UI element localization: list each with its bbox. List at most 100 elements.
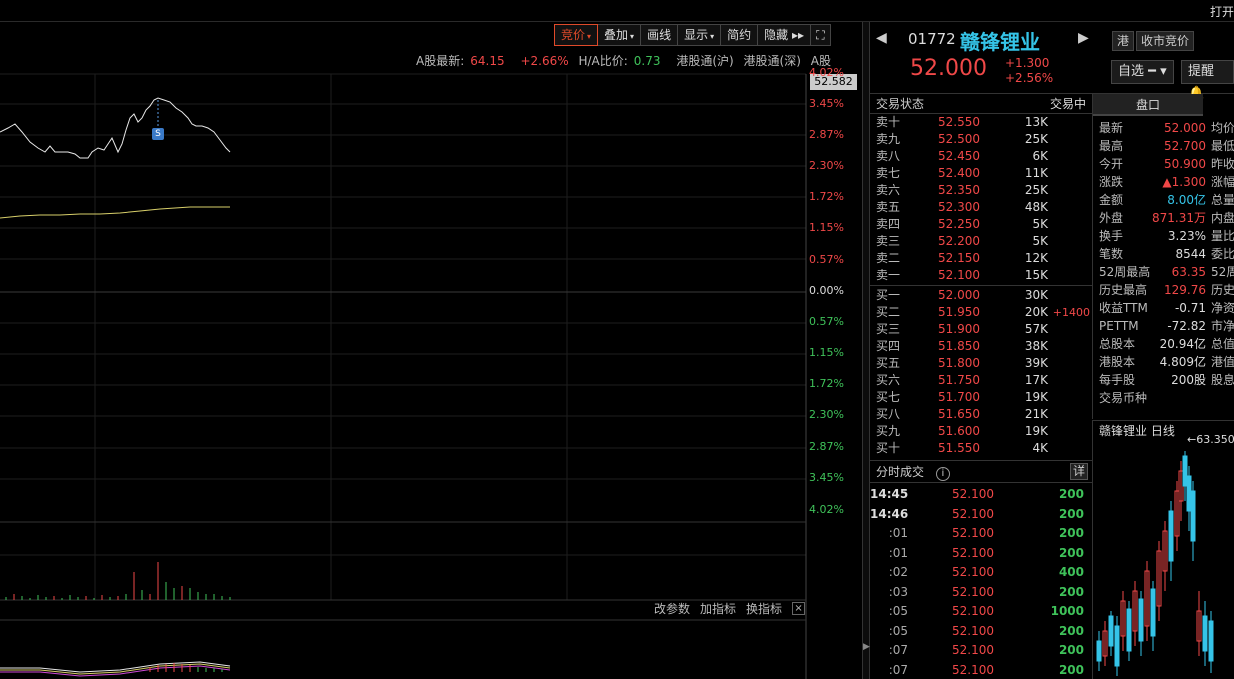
tick-time: 14:45 bbox=[870, 487, 909, 501]
bids-row[interactable]: 买九 51.600 19K bbox=[870, 423, 1092, 440]
panel-splitter[interactable]: ▶ bbox=[862, 22, 870, 679]
daily-chart[interactable]: 赣锋锂业 日线 ←63.350 bbox=[1092, 420, 1234, 679]
tick-time: :03 bbox=[888, 584, 908, 599]
tick-row: :01 52.100 200 bbox=[870, 544, 1092, 564]
candle-body bbox=[1190, 490, 1196, 542]
bids-row[interactable]: 买一 52.000 30K bbox=[870, 287, 1092, 304]
field-label-2: 净资 bbox=[1211, 301, 1234, 315]
app-root: 打开 S 竞价 ▾ 叠加 ▾ 画线 显示 ▾ 简约 隐藏 ▸▸ ⛶ A股最新: … bbox=[0, 0, 1234, 679]
asks-row[interactable]: 卖一 52.100 15K bbox=[870, 267, 1092, 284]
level-label: 卖七 bbox=[876, 166, 901, 180]
level-volume: 15K bbox=[1024, 268, 1048, 282]
asks-row[interactable]: 卖八 52.450 6K bbox=[870, 148, 1092, 165]
switch-indicator-button[interactable]: 换指标 bbox=[746, 600, 782, 617]
close-icon[interactable]: × bbox=[792, 602, 806, 615]
volume-bars bbox=[5, 562, 231, 600]
open-menu[interactable]: 打开 bbox=[1210, 3, 1234, 20]
bids-row[interactable]: 买八 51.650 21K bbox=[870, 406, 1092, 423]
field-label-2: 港值 bbox=[1211, 355, 1234, 369]
quote-field-row: 今开 50.900 昨收 bbox=[1093, 155, 1234, 173]
toolbar-hide-button[interactable]: 隐藏 ▸▸ bbox=[758, 24, 811, 46]
toolbar-simple-button[interactable]: 简约 bbox=[721, 24, 759, 46]
asks-row[interactable]: 卖十 52.550 13K bbox=[870, 114, 1092, 131]
asks-row[interactable]: 卖四 52.250 5K bbox=[870, 216, 1092, 233]
level-price: 52.250 bbox=[938, 217, 980, 231]
tick-price: 52.100 bbox=[952, 643, 994, 657]
bids-row[interactable]: 买五 51.800 39K bbox=[870, 355, 1092, 372]
level-volume: 25K bbox=[1024, 132, 1048, 146]
pct-axis-label: 0.57% bbox=[809, 253, 844, 266]
change-params-button[interactable]: 改参数 bbox=[654, 600, 690, 617]
level-volume: 20K bbox=[1024, 305, 1048, 319]
tick-time: :01 bbox=[888, 545, 908, 560]
pct-axis-label: 2.30% bbox=[809, 408, 844, 421]
info-icon[interactable]: i bbox=[935, 467, 950, 481]
candle-body bbox=[1202, 615, 1208, 652]
bids-row[interactable]: 买十 51.550 4K bbox=[870, 440, 1092, 457]
tick-list: 分时成交 i 详 14:45 52.100 200 14:46 52.100 200:01… bbox=[870, 460, 1092, 679]
pct-axis-label: 1.15% bbox=[809, 346, 844, 359]
level-label: 买十 bbox=[876, 441, 901, 455]
quote-field-row: PETTM -72.82 市净 bbox=[1093, 317, 1234, 335]
stock-code: 01772 bbox=[908, 30, 956, 48]
level-volume: 19K bbox=[1024, 424, 1048, 438]
stock-name[interactable]: 赣锋锂业 bbox=[960, 26, 1040, 55]
alert-button[interactable]: 提醒 🔔 bbox=[1181, 60, 1234, 101]
add-indicator-button[interactable]: 加指标 bbox=[700, 600, 736, 617]
toolbar-overlay-button[interactable]: 叠加 ▾ bbox=[598, 24, 642, 46]
toolbar-auction-button[interactable]: 竞价 ▾ bbox=[554, 24, 599, 46]
toolbar-display-button[interactable]: 显示 ▾ bbox=[678, 24, 722, 46]
field-value: 200股 bbox=[1171, 373, 1206, 387]
field-value: 129.76 bbox=[1164, 283, 1206, 297]
candle-body bbox=[1096, 640, 1102, 662]
level-label: 卖八 bbox=[876, 149, 901, 163]
asks-row[interactable]: 卖三 52.200 5K bbox=[870, 233, 1092, 250]
level-delta: +1400 bbox=[1052, 306, 1090, 319]
collapse-arrow-icon[interactable]: ▶ bbox=[863, 642, 870, 652]
next-stock-icon[interactable]: ▶ bbox=[1078, 30, 1089, 46]
asks-row[interactable]: 卖二 52.150 12K bbox=[870, 250, 1092, 267]
bids-row[interactable]: 买七 51.700 19K bbox=[870, 389, 1092, 406]
link-sz-connect[interactable]: 港股通(深) bbox=[744, 54, 801, 68]
tick-time: :07 bbox=[888, 662, 908, 677]
quote-field-row: 港股本 4.809亿 港值 bbox=[1093, 353, 1234, 371]
prev-stock-icon[interactable]: ◀ bbox=[876, 30, 887, 46]
tick-row: 14:45 52.100 200 bbox=[870, 485, 1092, 505]
toolbar-draw-button[interactable]: 画线 bbox=[641, 24, 679, 46]
sell-marker[interactable]: S bbox=[152, 128, 164, 140]
level-label: 买二 bbox=[876, 305, 901, 319]
field-label: 交易币种 bbox=[1099, 391, 1148, 405]
asks-row[interactable]: 卖七 52.400 11K bbox=[870, 165, 1092, 182]
candle-body bbox=[1108, 615, 1114, 647]
asks-row[interactable]: 卖九 52.500 25K bbox=[870, 131, 1092, 148]
level-label: 买四 bbox=[876, 339, 901, 353]
quote-field-row: 收益TTM -0.71 净资 bbox=[1093, 299, 1234, 317]
field-label-2: 均价 bbox=[1211, 121, 1234, 135]
tick-time: :01 bbox=[888, 526, 908, 540]
intraday-chart-area[interactable]: S 竞价 ▾ 叠加 ▾ 画线 显示 ▾ 简约 隐藏 ▸▸ ⛶ A股最新: 64.15 +… bbox=[0, 22, 864, 679]
level-label: 卖五 bbox=[876, 200, 901, 214]
tick-time: 14:46 bbox=[870, 506, 909, 521]
bids-row[interactable]: 买三 51.900 57K bbox=[870, 321, 1092, 338]
level-volume: 21K bbox=[1024, 407, 1048, 421]
level-volume: 6K bbox=[1032, 149, 1048, 163]
tab-pankou[interactable]: 盘口 bbox=[1093, 94, 1203, 116]
expand-icon[interactable]: ⛶ bbox=[811, 24, 831, 46]
level-volume: 12K bbox=[1024, 251, 1048, 265]
quote-field-row: 交易币种 bbox=[1093, 389, 1234, 407]
level-price: 51.900 bbox=[938, 322, 980, 336]
field-label-2: 最低 bbox=[1211, 139, 1234, 153]
dropdown-arrow-icon: ▾ bbox=[630, 32, 635, 41]
bids-row[interactable]: 买六 51.750 17K bbox=[870, 372, 1092, 389]
asks-row[interactable]: 卖六 52.350 25K bbox=[870, 182, 1092, 199]
field-label: 换手 bbox=[1099, 229, 1124, 243]
detail-button[interactable]: 详 bbox=[1070, 463, 1088, 480]
tick-price: 52.100 bbox=[952, 623, 994, 638]
asks-row[interactable]: 卖五 52.300 48K bbox=[870, 199, 1092, 216]
bids-row[interactable]: 买四 51.850 38K bbox=[870, 338, 1092, 355]
field-label-2: 涨幅 bbox=[1211, 175, 1234, 189]
bids-row[interactable]: 买二 51.950 20K +1400 bbox=[870, 304, 1092, 321]
watchlist-button[interactable]: 自选 ━ ▾ bbox=[1111, 60, 1174, 84]
level-label: 卖一 bbox=[876, 268, 901, 282]
link-sh-connect[interactable]: 港股通(沪) bbox=[676, 54, 733, 68]
